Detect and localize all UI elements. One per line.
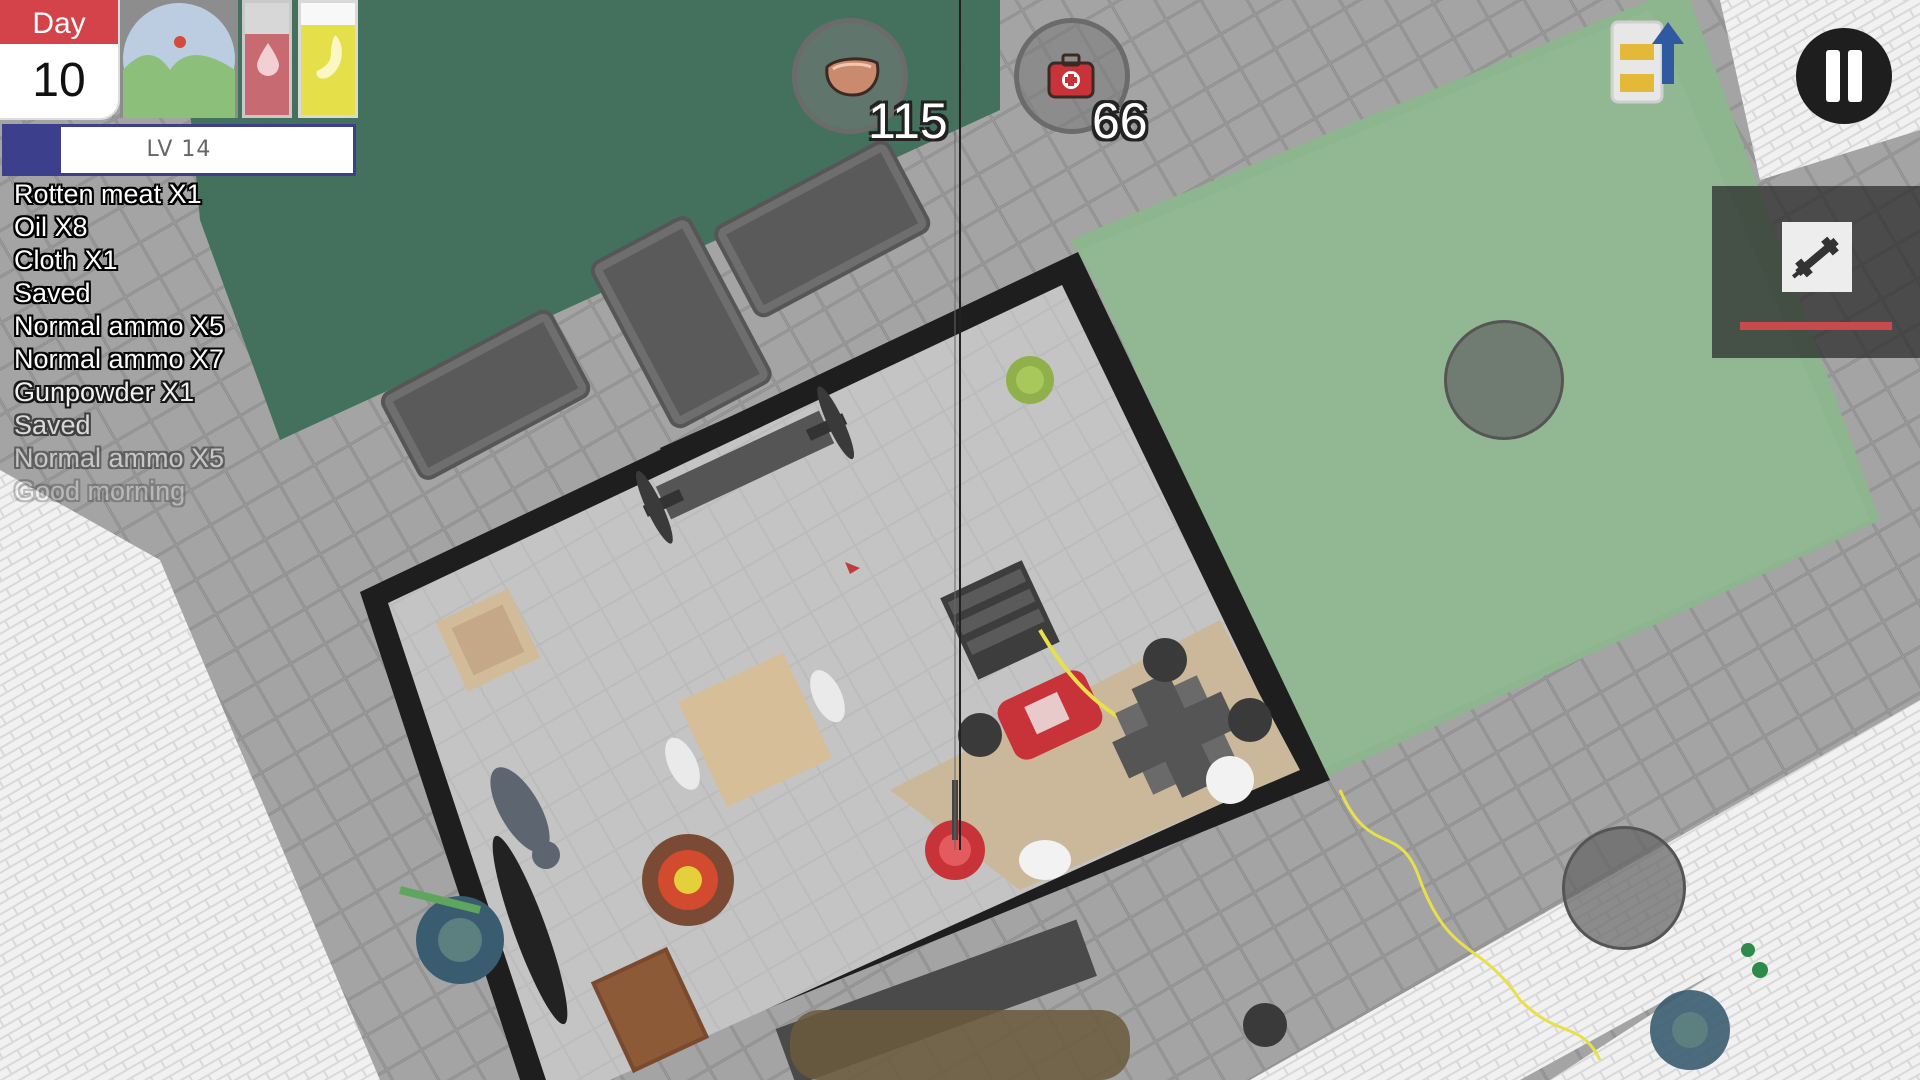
- day-label: Day: [0, 0, 118, 44]
- log-line: Rotten meat X1: [14, 179, 202, 209]
- log-line: Saved: [14, 410, 91, 440]
- event-log: Rotten meat X1 Oil X8 Cloth X1 Saved Normal …: [14, 178, 224, 508]
- weapon-slot[interactable]: [1782, 222, 1852, 292]
- fuel-upgrade-button[interactable]: [1608, 14, 1688, 106]
- weapon-durability-bar: [1740, 322, 1892, 330]
- aim-joystick[interactable]: [1562, 826, 1686, 950]
- stomach-icon: [316, 35, 342, 79]
- day-counter: Day 10: [0, 0, 118, 118]
- rifle-icon: [1791, 236, 1839, 279]
- mini-drone: [1243, 1003, 1287, 1047]
- move-joystick[interactable]: [1444, 320, 1564, 440]
- pause-icon: [1826, 50, 1840, 102]
- sun-icon: [174, 36, 186, 48]
- medkit-count: 66: [1092, 93, 1148, 149]
- day-number: 10: [32, 54, 86, 107]
- thirst-meter: [242, 0, 292, 118]
- campfire: [642, 834, 734, 926]
- food-count: 115: [868, 93, 948, 149]
- zombie: [1650, 990, 1730, 1070]
- fuel-upgrade-icon: [1610, 20, 1684, 104]
- water-drop-icon: [257, 43, 279, 76]
- level-label: LV 14: [146, 137, 212, 162]
- log-line: Saved: [14, 278, 91, 308]
- log-line: Normal ammo X5: [14, 311, 225, 341]
- log-line: Cloth X1: [14, 245, 118, 275]
- log-line: Oil X8: [14, 212, 88, 242]
- weapon-panel[interactable]: [1712, 186, 1920, 358]
- log-line: Normal ammo X7: [14, 344, 225, 374]
- log-line: Good morning: [14, 476, 186, 506]
- time-of-day-clock: [120, 0, 238, 118]
- log-line: Normal ammo X5: [14, 443, 225, 473]
- experience-bar: LV 14: [2, 124, 356, 176]
- log-line: Gunpowder X1: [14, 377, 195, 407]
- hunger-meter: [298, 0, 358, 118]
- pause-button[interactable]: [1796, 28, 1892, 124]
